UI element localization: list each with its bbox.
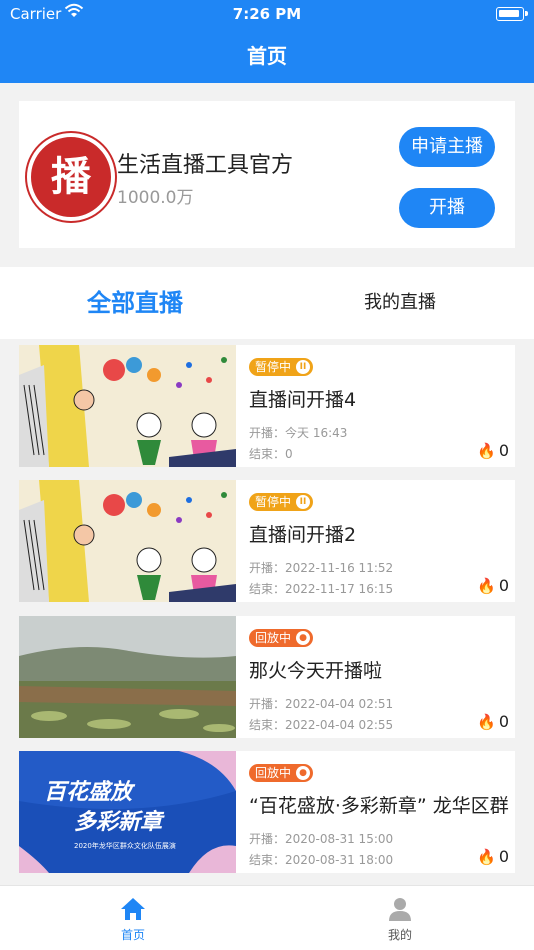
tabbar-mine-label: 我的 <box>387 928 412 942</box>
status-badge: 回放中 ● <box>249 764 314 782</box>
stream-tabs: 全部直播 我的直播 <box>0 267 534 339</box>
fire-icon: 🔥 <box>477 713 496 731</box>
heat-value: 0 <box>498 712 509 731</box>
pause-icon: II <box>296 495 311 509</box>
stream-end-time: 结束：2022-04-04 02:55 <box>249 718 394 732</box>
heat-count: 🔥 0 <box>477 441 509 460</box>
pause-icon: II <box>296 360 311 374</box>
status-badge: 回放中 ● <box>249 629 314 647</box>
clock: 7:26 PM <box>232 5 302 23</box>
stream-start-time: 开播：2020-08-31 15:00 <box>249 832 394 846</box>
stream-thumbnail: 百花盛放多彩新章 2020年龙华区群众文化队伍展演 <box>19 751 236 873</box>
battery-icon <box>496 7 528 21</box>
tab-my-streams[interactable]: 我的直播 <box>285 267 515 339</box>
follower-count: 1000.0万 <box>117 188 194 208</box>
tabbar-home-label: 首页 <box>120 928 145 942</box>
page-title: 首页 <box>247 44 287 68</box>
stream-thumbnail <box>19 345 236 467</box>
heat-count: 🔥 0 <box>477 712 509 731</box>
heat-value: 0 <box>498 441 509 460</box>
heat-count: 🔥 0 <box>477 847 509 866</box>
poster-line3: 2020年龙华区群众文化队伍展演 <box>74 841 176 850</box>
status-bar: Carrier 7:26 PM <box>0 0 534 28</box>
fire-icon: 🔥 <box>477 577 496 595</box>
poster-line1: 百花盛放 <box>44 779 136 805</box>
stream-title: 直播间开播4 <box>249 389 357 411</box>
stream-start-time: 开播：今天 16:43 <box>249 426 348 440</box>
stream-end-time: 结束：2022-11-17 16:15 <box>249 582 394 596</box>
nav-header: Carrier 7:26 PM 首页 <box>0 0 534 83</box>
stream-thumbnail <box>19 480 236 602</box>
heat-value: 0 <box>498 847 509 866</box>
stream-title: “百花盛放·多彩新章” 龙华区群 <box>249 795 509 817</box>
stream-list-item[interactable]: 暂停中 II 直播间开播4 开播：今天 16:43 结束：0 🔥 0 <box>19 345 515 467</box>
replay-icon: ● <box>296 766 311 780</box>
stream-thumbnail <box>19 616 236 738</box>
fire-icon: 🔥 <box>477 848 496 866</box>
status-badge-label: 回放中 <box>255 766 292 780</box>
stream-title: 那火今天开播啦 <box>249 660 383 682</box>
status-badge: 暂停中 II <box>249 493 314 511</box>
stream-list-item[interactable]: 百花盛放多彩新章 2020年龙华区群众文化队伍展演 回放中 ● “百花盛放·多彩新章” … <box>19 751 515 873</box>
avatar: 播 <box>27 133 115 221</box>
apply-host-button[interactable]: 申请主播 <box>399 127 495 167</box>
tabbar-mine[interactable]: 我的 <box>360 896 440 943</box>
stream-list-item[interactable]: 回放中 ● 那火今天开播啦开播：2022-04-04 02:51 结束：2022-04… <box>19 616 515 738</box>
tab-all-streams[interactable]: 全部直播 <box>20 267 250 339</box>
bottom-tab-bar: 首页 我的 <box>0 885 534 950</box>
poster-line2: 多彩新章 <box>74 809 165 835</box>
heat-value: 0 <box>498 576 509 595</box>
profile-card: 播 生活直播工具官方 1000.0万 申请主播 开播 <box>19 101 515 248</box>
stream-title: 直播间开播2 <box>249 524 357 546</box>
user-icon <box>389 898 411 921</box>
heat-count: 🔥 0 <box>477 576 509 595</box>
status-badge-label: 回放中 <box>255 631 292 645</box>
stream-start-time: 开播：2022-04-04 02:51 <box>249 697 394 711</box>
stream-start-time: 开播：2022-11-16 11:52 <box>249 561 394 575</box>
home-icon <box>121 898 145 920</box>
fire-icon: 🔥 <box>477 442 496 460</box>
start-live-button[interactable]: 开播 <box>399 188 495 228</box>
stream-end-time: 结束：0 <box>249 447 293 461</box>
profile-name: 生活直播工具官方 <box>117 153 294 178</box>
stream-end-time: 结束：2020-08-31 18:00 <box>249 853 394 867</box>
status-badge-label: 暂停中 <box>255 360 292 374</box>
replay-icon: ● <box>296 631 311 645</box>
status-badge: 暂停中 II <box>249 358 314 376</box>
stream-list-item[interactable]: 暂停中 II 直播间开播2 开播：2022-11-16 11:52 结束：2022-11… <box>19 480 515 602</box>
tabbar-home[interactable]: 首页 <box>93 896 173 943</box>
status-badge-label: 暂停中 <box>255 495 292 509</box>
